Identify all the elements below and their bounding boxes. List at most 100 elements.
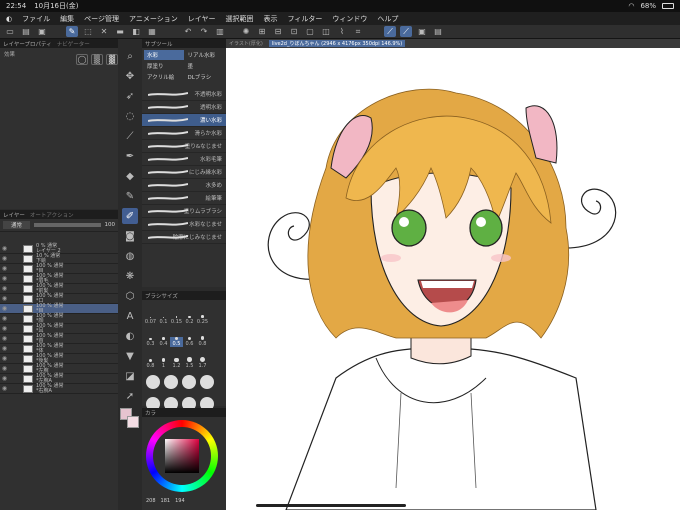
brush-item[interactable]: 滑らか水彩 — [142, 127, 226, 140]
correct-line-icon[interactable]: ➚ — [122, 388, 138, 404]
eye-icon[interactable]: ◉ — [0, 345, 9, 352]
zoom-icon[interactable]: ⌕ — [122, 48, 138, 64]
eye-icon[interactable]: ◉ — [0, 265, 9, 272]
size-preset-disc[interactable] — [146, 375, 160, 389]
size-option[interactable]: 0.8 — [144, 358, 157, 369]
tab-watercolor[interactable]: 水彩 — [144, 50, 184, 60]
palette-icon[interactable]: ▦ — [146, 26, 158, 37]
blend-icon[interactable]: ◍ — [122, 248, 138, 264]
eraser-icon[interactable]: ◆ — [122, 168, 138, 184]
pencil-icon[interactable]: ✎ — [122, 188, 138, 204]
size-option[interactable]: 0.15 — [170, 316, 183, 325]
canvas-area[interactable]: イラスト(厚化) live2d_りぼんちゃん (2946 x 4176px 35… — [226, 39, 680, 510]
tab-thick-paint[interactable]: 厚塗り — [144, 61, 184, 71]
perspective-icon[interactable]: ⌗ — [352, 26, 364, 37]
save-icon[interactable]: ▣ — [36, 26, 48, 37]
tab-acrylic[interactable]: アクリル絵 — [144, 72, 184, 82]
menu-page[interactable]: ページ管理 — [84, 14, 119, 24]
menu-window[interactable]: ウィンドウ — [332, 14, 367, 24]
line-icon[interactable]: ⌇ — [336, 26, 348, 37]
crop-icon[interactable]: ⊡ — [288, 26, 300, 37]
sub-color-swatch[interactable] — [127, 416, 139, 428]
gradient-icon[interactable]: ◪ — [122, 368, 138, 384]
brush-item[interactable]: 塗りムラブラシ — [142, 205, 226, 218]
text-icon[interactable]: A — [122, 308, 138, 324]
size-option[interactable]: 0.2 — [183, 315, 196, 325]
menu-edit[interactable]: 編集 — [60, 14, 74, 24]
open-icon[interactable]: ▤ — [20, 26, 32, 37]
eye-icon[interactable]: ◉ — [0, 355, 9, 362]
lasso-icon[interactable]: ◌ — [122, 108, 138, 124]
eye-icon[interactable]: ◉ — [0, 335, 9, 342]
menu-filter[interactable]: フィルター — [288, 14, 323, 24]
hide-icon[interactable]: ▢ — [304, 26, 316, 37]
undo-icon[interactable]: ↶ — [182, 26, 194, 37]
view-icon[interactable]: ▣ — [416, 26, 428, 37]
eyedropper-icon[interactable]: ⟋ — [122, 128, 138, 144]
ruler-icon[interactable]: ⊟ — [272, 26, 284, 37]
eye-icon[interactable]: ◉ — [0, 275, 9, 282]
brush-icon[interactable]: ✐ — [122, 208, 138, 224]
balloon-icon[interactable]: ◐ — [122, 328, 138, 344]
menu-selection[interactable]: 選択範囲 — [226, 14, 254, 24]
menu-view[interactable]: 表示 — [264, 14, 278, 24]
pen-icon[interactable]: ✒ — [122, 148, 138, 164]
size-option[interactable]: 0.1 — [157, 316, 170, 325]
stroke-tool2-icon[interactable]: ⟋ — [400, 26, 412, 37]
tone-icon[interactable]: ▥ — [214, 26, 226, 37]
eye-icon[interactable]: ◉ — [0, 385, 9, 392]
tab-real-watercolor[interactable]: リアル水彩 — [185, 50, 225, 60]
blend-mode-select[interactable]: 通常 — [3, 221, 31, 229]
opacity-value[interactable]: 100 — [105, 222, 116, 228]
tone-effect-icon[interactable]: ▒ — [91, 54, 103, 65]
grid-icon[interactable]: ⊞ — [256, 26, 268, 37]
color-effect-icon[interactable]: ▓ — [106, 54, 118, 65]
snap-icon[interactable]: ◫ — [320, 26, 332, 37]
eye-icon[interactable]: ◉ — [0, 365, 9, 372]
size-option[interactable]: 0.25 — [196, 315, 209, 325]
eye-icon[interactable]: ◉ — [0, 245, 9, 252]
layer-title[interactable]: レイヤー — [3, 211, 25, 219]
fill-icon[interactable]: ◧ — [130, 26, 142, 37]
canvas-tab[interactable]: イラスト(厚化) — [229, 40, 263, 47]
figure-icon[interactable]: ⬡ — [122, 288, 138, 304]
move-icon[interactable]: ✥ — [122, 68, 138, 84]
folder-icon[interactable]: ▬ — [114, 26, 126, 37]
document-tab[interactable]: live2d_りぼんちゃん (2946 x 4176px 350dpi 146.… — [268, 40, 406, 47]
size-option[interactable]: 0.5 — [170, 337, 183, 347]
settings-icon[interactable]: ✺ — [240, 26, 252, 37]
size-option[interactable]: 0.6 — [183, 336, 196, 347]
stroke-tool-icon[interactable]: ⟋ — [384, 26, 396, 37]
size-option[interactable]: 0.3 — [144, 337, 157, 347]
color-wheel[interactable] — [146, 420, 218, 492]
eye-icon[interactable]: ◉ — [0, 325, 9, 332]
tab-dl-brush[interactable]: DLブラシ — [185, 72, 225, 82]
size-option[interactable]: 1 — [157, 358, 170, 369]
redo-icon[interactable]: ↷ — [198, 26, 210, 37]
brush-item[interactable]: 水彩毛筆 — [142, 153, 226, 166]
brush-item[interactable]: 濃い水彩 — [142, 114, 226, 127]
decoration-icon[interactable]: ❋ — [122, 268, 138, 284]
eye-icon[interactable]: ◉ — [0, 255, 9, 262]
size-preset-disc[interactable] — [182, 375, 196, 389]
auto-action-tab[interactable]: オートアクション — [30, 211, 74, 219]
pen-mode-icon[interactable]: ✎ — [66, 26, 78, 37]
menu-animation[interactable]: アニメーション — [129, 14, 178, 24]
brush-item[interactable]: 輪廓にじみなじませ — [142, 231, 226, 244]
size-preset-disc[interactable] — [164, 375, 178, 389]
app-logo-icon[interactable]: ◐ — [6, 15, 12, 23]
clear-icon[interactable]: ✕ — [98, 26, 110, 37]
opacity-slider[interactable] — [34, 223, 101, 227]
size-option[interactable]: 1.7 — [196, 357, 209, 369]
new-file-icon[interactable]: ▭ — [4, 26, 16, 37]
airbrush-icon[interactable]: ◙ — [122, 228, 138, 244]
layer-property-title[interactable]: レイヤープロパティ — [3, 40, 52, 48]
brush-item[interactable]: 水多め — [142, 179, 226, 192]
color-swatches[interactable] — [120, 408, 140, 430]
brush-item[interactable]: 絵筆筆 — [142, 192, 226, 205]
menu-help[interactable]: ヘルプ — [377, 14, 398, 24]
eye-icon[interactable]: ◉ — [0, 375, 9, 382]
brush-item[interactable]: 塗り&なじませ — [142, 140, 226, 153]
brush-item[interactable]: 不透明水彩 — [142, 88, 226, 101]
size-option[interactable]: 0.07 — [144, 317, 157, 325]
